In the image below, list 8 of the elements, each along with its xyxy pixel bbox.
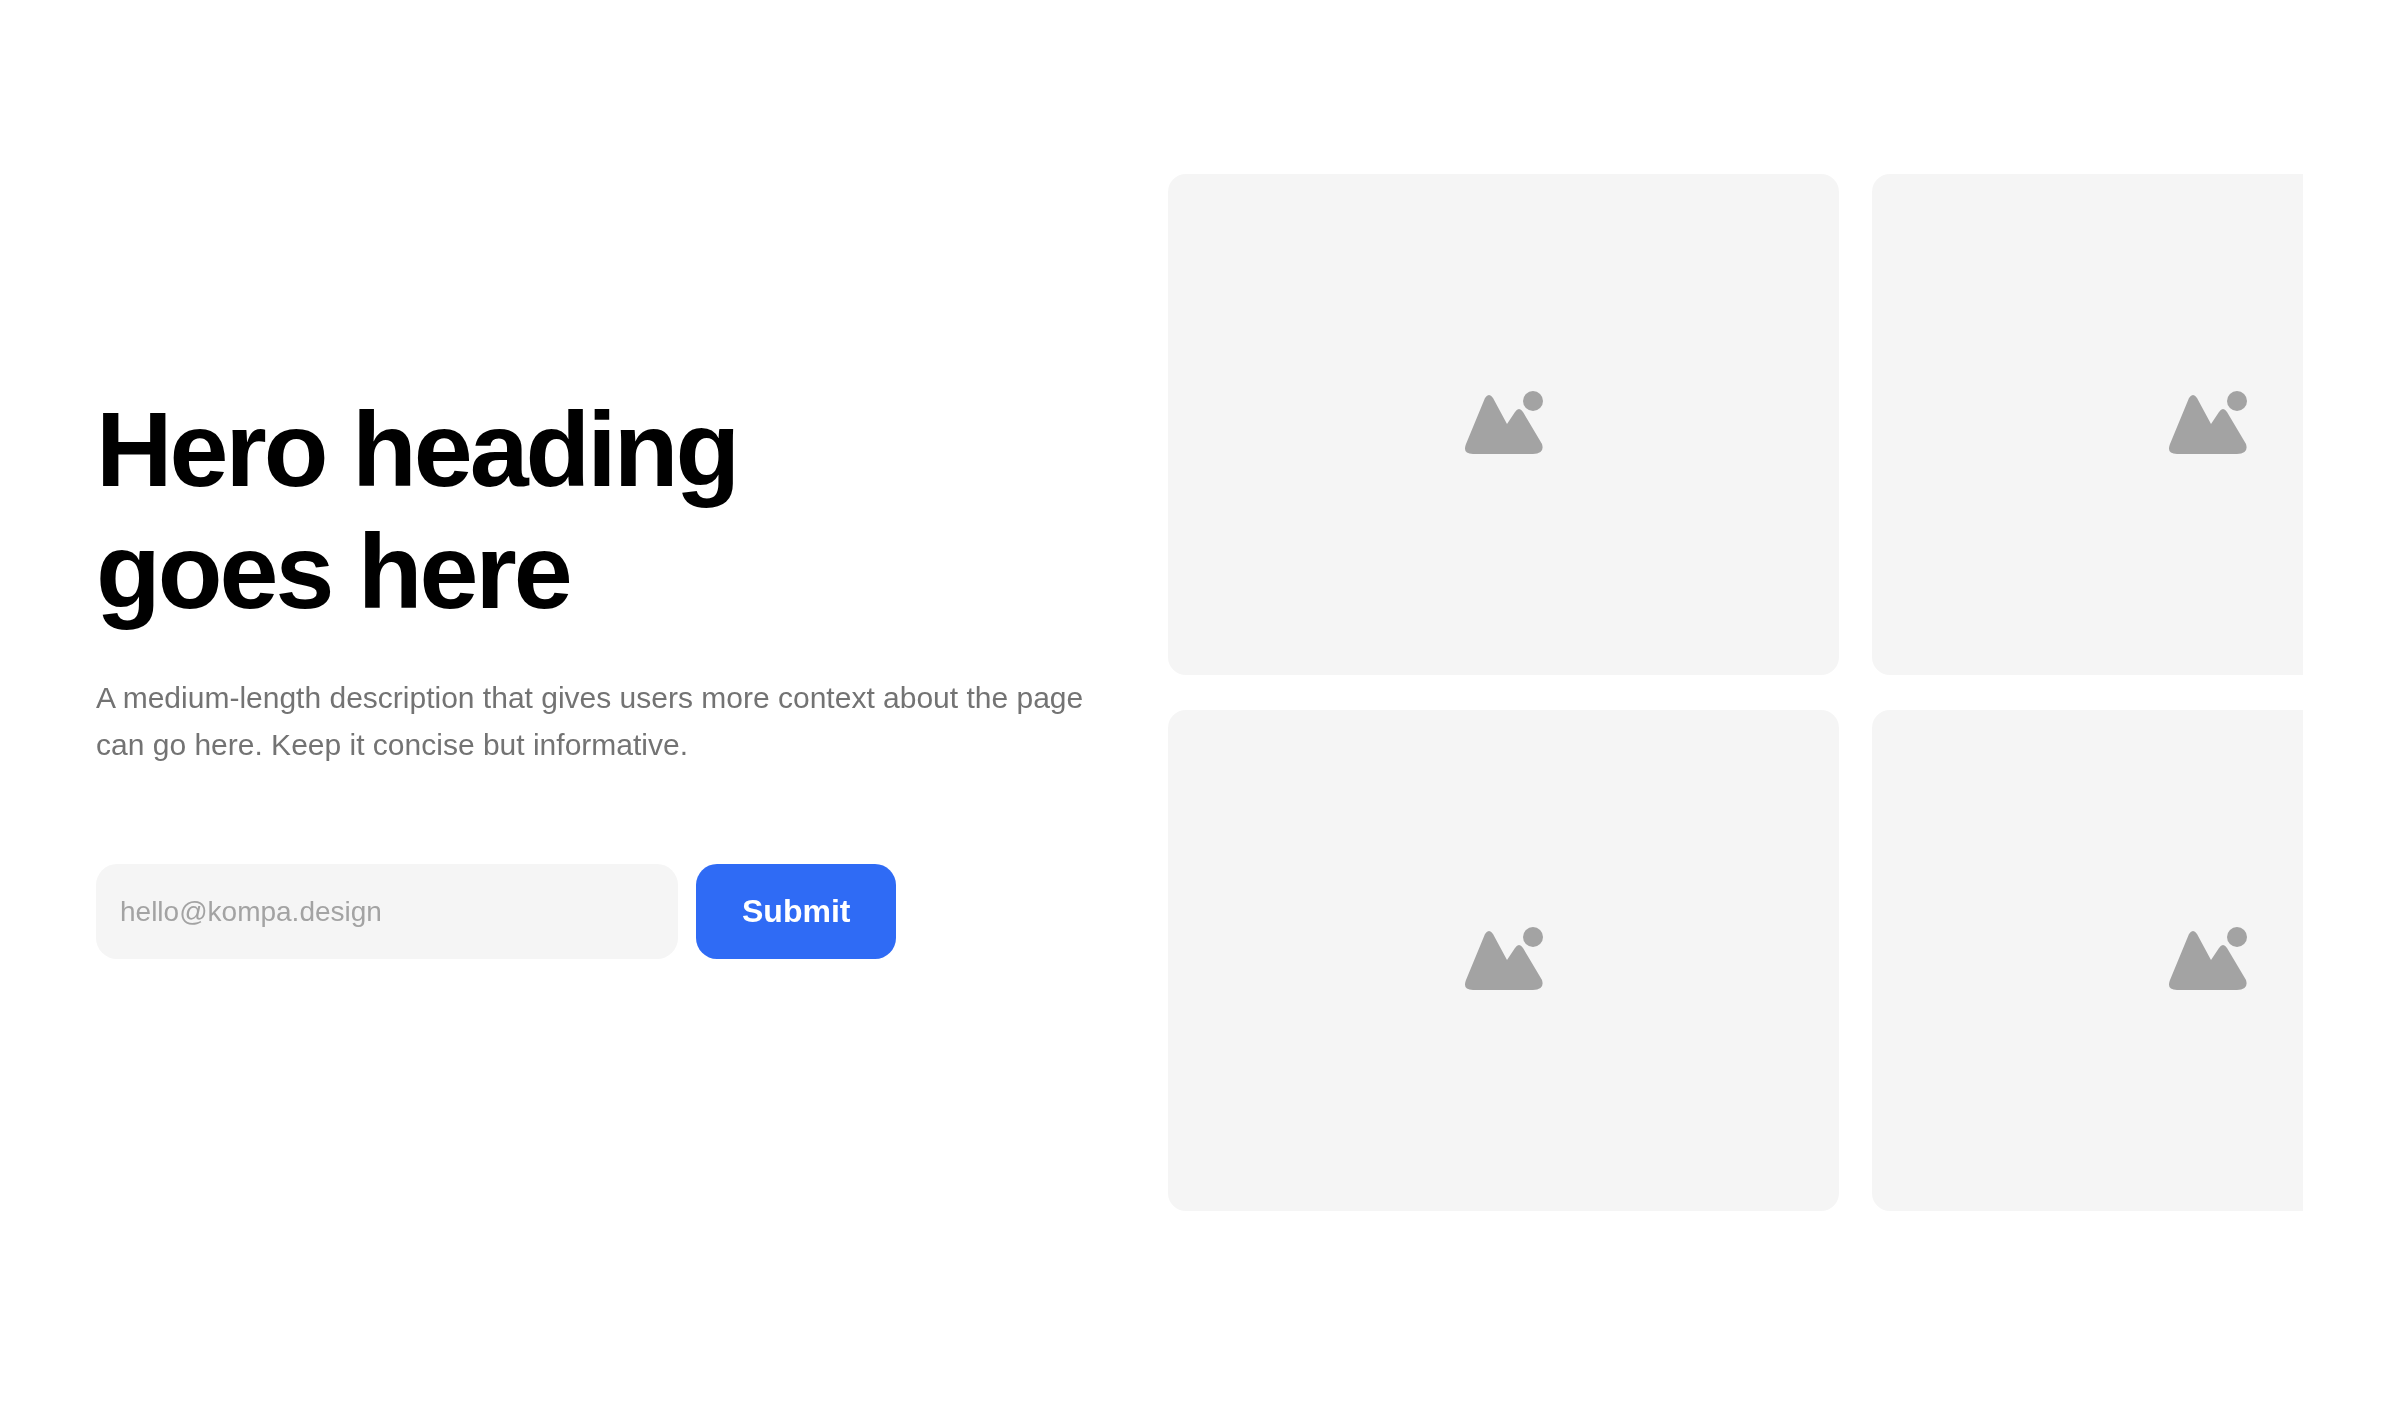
email-field[interactable]: hello@kompa.design bbox=[96, 864, 678, 959]
image-icon bbox=[2167, 925, 2248, 992]
hero-heading: Hero heading goes here bbox=[96, 389, 739, 632]
image-icon bbox=[2167, 389, 2248, 456]
image-icon bbox=[1463, 925, 1544, 992]
submit-button[interactable]: Submit bbox=[696, 864, 897, 959]
image-icon bbox=[1463, 389, 1544, 456]
hero-description: A medium-length description that gives users more context about the page can go here. Keep it concise but informative. bbox=[96, 680, 1085, 763]
